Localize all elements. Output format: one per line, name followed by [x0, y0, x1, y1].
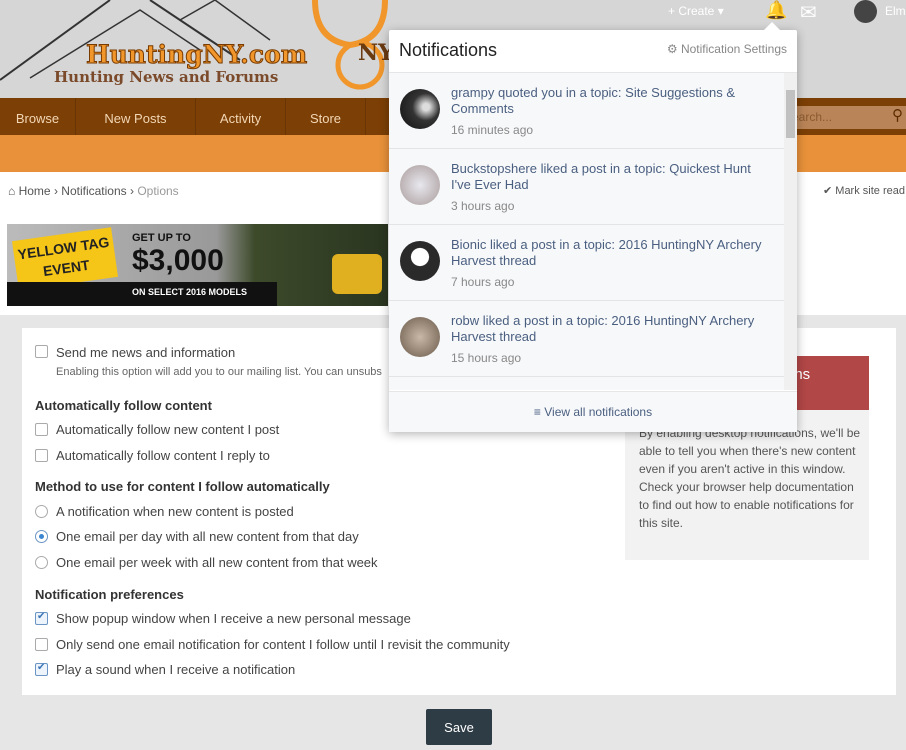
follow-post-label: Automatically follow new content I post	[56, 422, 280, 437]
avatar	[400, 89, 440, 129]
search-icon[interactable]: ⚲	[892, 106, 903, 124]
create-menu[interactable]: + Create ▾	[668, 4, 724, 18]
list-icon: ≡	[533, 405, 545, 419]
mark-site-read-link[interactable]: ✔ Mark site read	[823, 184, 905, 197]
logo-title[interactable]: HuntingNY.com	[85, 40, 307, 70]
news-description: Enabling this option will add you to our…	[56, 366, 382, 378]
news-checkbox[interactable]	[35, 345, 48, 358]
one-email-checkbox[interactable]	[35, 638, 48, 651]
notification-time: 15 hours ago	[451, 351, 522, 365]
user-avatar[interactable]	[854, 0, 877, 23]
banner-line1: GET UP TO	[132, 232, 191, 244]
method-daily-radio[interactable]	[35, 530, 48, 543]
ad-banner[interactable]: YELLOW TAG EVENT GET UP TO $3,000 ON SEL…	[7, 224, 388, 306]
nav-tab-browse[interactable]: Browse	[0, 98, 76, 135]
method-notification-radio[interactable]	[35, 505, 48, 518]
envelope-icon[interactable]: ✉	[800, 0, 817, 25]
notification-text: Buckstopshere liked a post in a topic: Q…	[451, 161, 751, 192]
save-button[interactable]: Save	[426, 709, 492, 745]
method-weekly-label: One email per week with all new content …	[56, 555, 378, 570]
scrollbar-thumb[interactable]	[786, 90, 795, 138]
nav-tab-store[interactable]: Store	[286, 98, 366, 135]
bell-icon[interactable]: 🔔	[765, 0, 787, 21]
popup-pm-label: Show popup window when I receive a new p…	[56, 611, 411, 626]
method-daily-label: One email per day with all new content f…	[56, 529, 359, 544]
prefs-heading: Notification preferences	[35, 587, 184, 602]
banner-amount: $3,000	[132, 244, 224, 277]
breadcrumb-current: Options	[137, 184, 179, 198]
avatar	[400, 317, 440, 357]
notification-item[interactable]: grampy quoted you in a topic: Site Sugge…	[389, 73, 784, 149]
desktop-notifications-text: By enabling desktop notifications, we'll…	[639, 426, 861, 530]
notification-time: 7 hours ago	[451, 275, 515, 289]
play-sound-checkbox[interactable]	[35, 662, 48, 676]
notification-text: robw liked a post in a topic: 2016 Hunti…	[451, 313, 755, 344]
logo-subtitle: Hunting News and Forums	[54, 68, 279, 86]
method-heading: Method to use for content I follow autom…	[35, 479, 330, 494]
home-icon: ⌂	[8, 184, 19, 198]
breadcrumb-notifications[interactable]: Notifications	[61, 184, 126, 198]
one-email-label: Only send one email notification for con…	[56, 637, 510, 652]
notification-item[interactable]: robw liked a post in a topic: 2016 Hunti…	[389, 301, 784, 377]
user-name[interactable]: Elm	[885, 4, 906, 18]
notification-text: grampy quoted you in a topic: Site Sugge…	[451, 85, 736, 116]
view-all-notifications-link[interactable]: ≡ View all notifications	[389, 391, 797, 432]
popup-title: Notifications	[399, 40, 498, 60]
gear-icon: ⚙	[666, 42, 681, 56]
avatar	[400, 165, 440, 205]
notifications-popup: Notifications ⚙ Notification Settings gr…	[389, 22, 797, 432]
mark-site-read-label: Mark site read	[835, 185, 905, 197]
auto-follow-heading: Automatically follow content	[35, 398, 212, 413]
nav-tab-activity[interactable]: Activity	[196, 98, 286, 135]
follow-post-checkbox[interactable]	[35, 423, 48, 436]
banner-line2: ON SELECT 2016 MODELS	[132, 287, 248, 297]
search-input[interactable]: Search...	[780, 106, 906, 129]
check-icon: ✔	[823, 185, 836, 197]
notification-time: 16 minutes ago	[451, 123, 534, 137]
avatar	[400, 241, 440, 281]
breadcrumb: ⌂ Home › Notifications › Options	[8, 184, 179, 198]
nav-tab-new-posts[interactable]: New Posts	[76, 98, 196, 135]
popup-pm-checkbox[interactable]	[35, 611, 48, 625]
view-all-label: View all notifications	[544, 405, 653, 419]
notification-item[interactable]: Bionic liked a post in a topic: 2016 Hun…	[389, 225, 784, 301]
notification-settings-link[interactable]: ⚙ Notification Settings	[667, 42, 787, 56]
follow-reply-label: Automatically follow content I reply to	[56, 448, 270, 463]
vehicle-image	[332, 254, 382, 294]
play-sound-label: Play a sound when I receive a notificati…	[56, 662, 296, 677]
method-notification-label: A notification when new content is poste…	[56, 504, 294, 519]
follow-reply-checkbox[interactable]	[35, 449, 48, 462]
notification-item[interactable]: Buckstopshere liked a post in a topic: Q…	[389, 149, 784, 225]
notification-settings-label: Notification Settings	[680, 42, 787, 56]
method-weekly-radio[interactable]	[35, 556, 48, 569]
notification-text: Bionic liked a post in a topic: 2016 Hun…	[451, 237, 762, 268]
notification-list: grampy quoted you in a topic: Site Sugge…	[389, 72, 797, 390]
notification-time: 3 hours ago	[451, 199, 515, 213]
breadcrumb-home[interactable]: Home	[19, 184, 51, 198]
news-label: Send me news and information	[56, 345, 236, 360]
